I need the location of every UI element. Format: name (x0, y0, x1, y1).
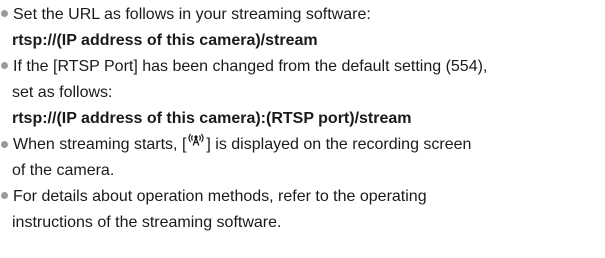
bullet-icon (1, 192, 8, 200)
streaming-broadcast-icon (186, 130, 206, 156)
item-text-continued: of the camera. (12, 162, 115, 179)
list-item-rtsp-port: If the [RTSP Port] has been changed from… (0, 54, 487, 80)
list-item-streaming-starts: When streaming starts, [ ] is displayed … (0, 132, 471, 158)
item-text: Set the URL as follows in your streaming… (13, 6, 371, 23)
item-text: For details about operation methods, ref… (13, 188, 427, 205)
item-text-continued: instructions of the streaming software. (12, 214, 282, 231)
item-text: If the [RTSP Port] has been changed from… (13, 58, 488, 75)
item-text: ] is displayed on the recording screen (206, 136, 472, 154)
bullet-icon (1, 62, 8, 70)
item-text-continued: set as follows: (12, 84, 113, 101)
rtsp-url-default: rtsp://(IP address of this camera)/strea… (12, 32, 318, 49)
bullet-icon (1, 10, 8, 18)
instruction-list: Set the URL as follows in your streaming… (0, 0, 605, 258)
item-text: When streaming starts, [ (13, 136, 187, 154)
list-item-operation-details: For details about operation methods, ref… (0, 184, 427, 210)
list-item-set-url: Set the URL as follows in your streaming… (0, 2, 371, 28)
bullet-icon (1, 140, 8, 148)
rtsp-url-custom-port: rtsp://(IP address of this camera):(RTSP… (12, 110, 412, 127)
